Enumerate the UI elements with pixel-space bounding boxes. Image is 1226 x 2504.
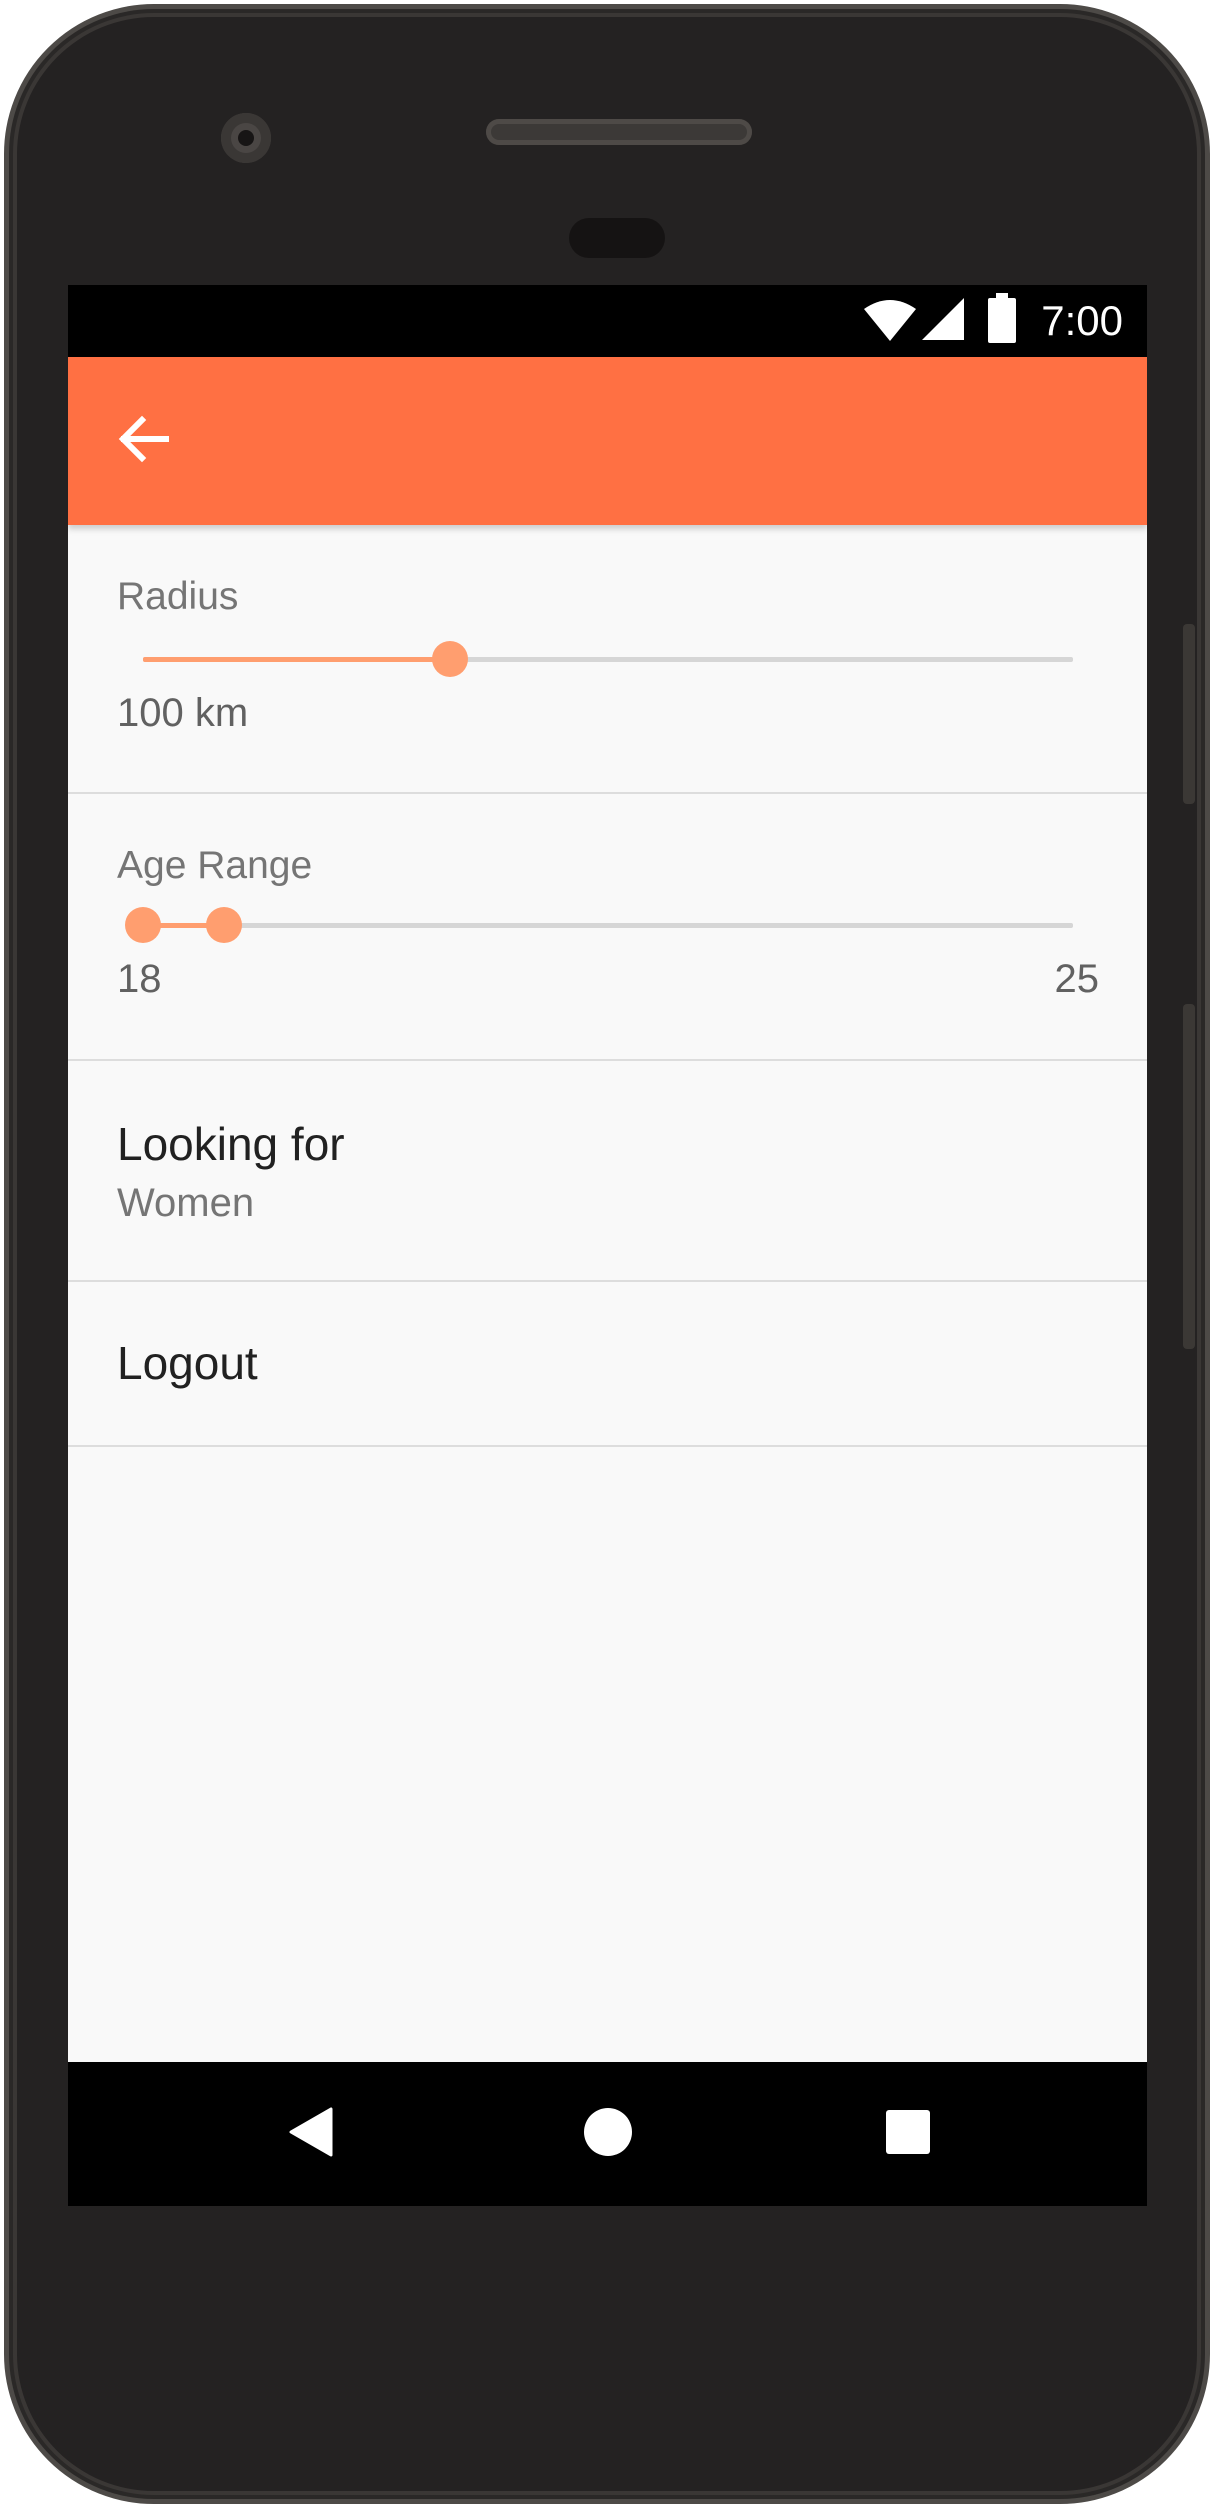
radius-slider-thumb[interactable] <box>431 641 468 677</box>
signal-icon <box>921 297 965 345</box>
wifi-icon <box>863 299 917 347</box>
app-bar <box>68 357 1147 525</box>
nav-home-button[interactable] <box>580 2106 636 2162</box>
nav-recents-button[interactable] <box>880 2106 936 2162</box>
radius-slider[interactable] <box>143 641 1073 677</box>
age-range-max-thumb[interactable] <box>205 907 242 943</box>
logout-label: Logout <box>117 1337 258 1389</box>
status-time: 7:00 <box>1041 297 1123 344</box>
age-range-min-thumb[interactable] <box>125 907 161 943</box>
proximity-sensor <box>569 218 665 258</box>
screen: 7:00 Radius 100 km Age Range 18 25 Looki… <box>68 285 1147 2206</box>
square-recents-icon <box>885 2109 931 2159</box>
circle-home-icon <box>583 2107 633 2161</box>
radius-label: Radius <box>117 575 239 618</box>
looking-for-value: Women <box>117 1181 255 1225</box>
earpiece-speaker <box>486 119 752 145</box>
settings-list: Radius 100 km Age Range 18 25 Looking fo… <box>68 525 1147 1447</box>
radius-slider-fill <box>143 657 450 662</box>
logout-item[interactable]: Logout <box>68 1282 1147 1447</box>
age-range-slider[interactable] <box>125 907 1073 943</box>
status-bar: 7:00 <box>68 285 1147 357</box>
age-range-setting: Age Range 18 25 <box>68 794 1147 1061</box>
looking-for-label: Looking for <box>117 1118 345 1170</box>
radius-setting: Radius 100 km <box>68 525 1147 794</box>
age-range-max: 25 <box>1054 957 1100 1001</box>
arrow-back-icon <box>116 411 172 471</box>
age-range-min: 18 <box>117 957 162 1001</box>
back-button[interactable] <box>108 405 180 477</box>
battery-icon <box>987 293 1017 349</box>
triangle-back-icon <box>289 2107 333 2161</box>
age-range-label: Age Range <box>117 844 313 887</box>
nav-back-button[interactable] <box>283 2106 339 2162</box>
navigation-bar <box>68 2062 1147 2206</box>
volume-button <box>1183 1004 1195 1349</box>
front-camera <box>221 113 271 163</box>
power-button <box>1183 624 1195 804</box>
looking-for-setting[interactable]: Looking for Women <box>68 1061 1147 1282</box>
radius-value: 100 km <box>117 691 249 735</box>
